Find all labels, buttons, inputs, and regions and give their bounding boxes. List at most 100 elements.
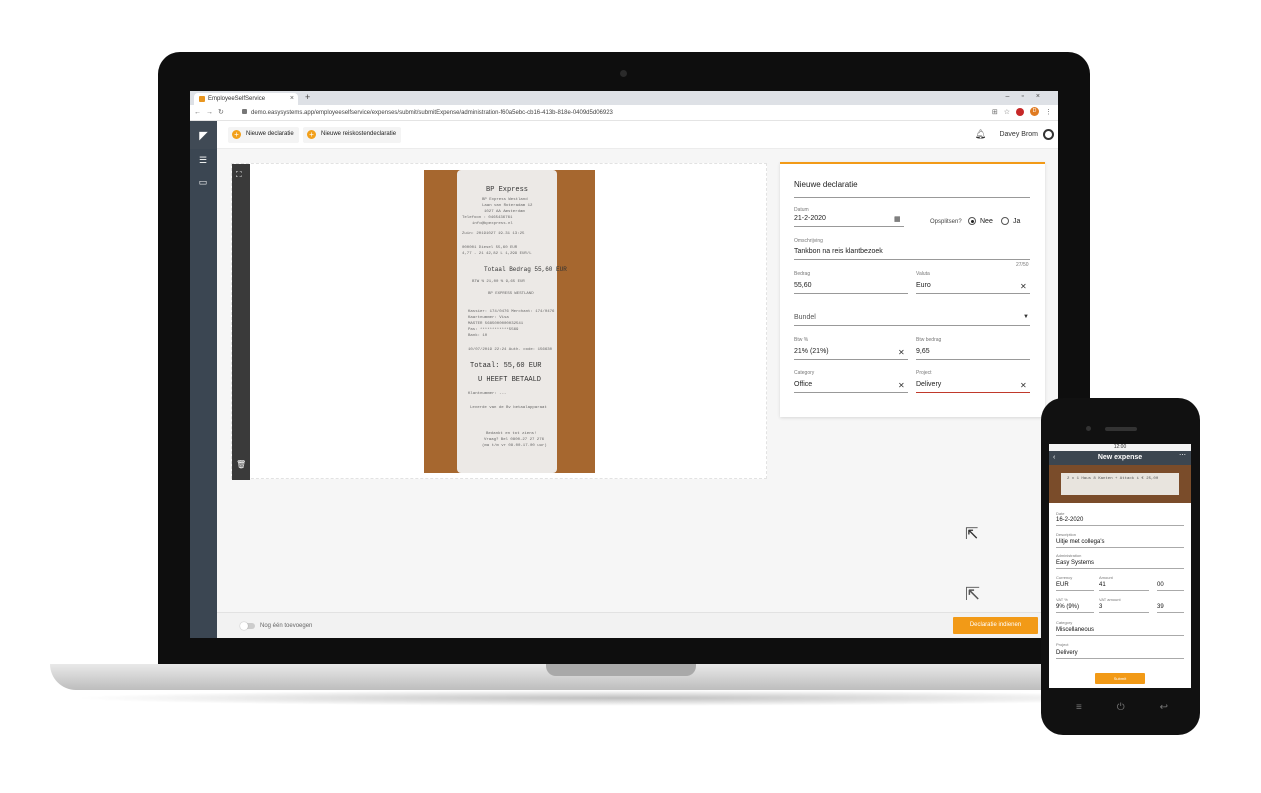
date-field[interactable]: 21-2-2020 — [794, 215, 904, 227]
list-icon[interactable]: ☰ — [196, 153, 210, 167]
phone-receipt-text: 2 x 1 Haus 8 Kanten + Attack i — [1067, 477, 1140, 481]
extension-icon[interactable] — [1016, 107, 1024, 116]
close-tab-icon[interactable]: × — [290, 95, 294, 102]
split-yes-radio[interactable] — [1001, 217, 1009, 225]
phone-administration-field[interactable]: Easy Systems — [1056, 560, 1184, 569]
currency-label: Valuta — [916, 271, 930, 277]
phone-vat-cents-field[interactable]: 39 — [1157, 604, 1184, 613]
clear-currency-icon[interactable]: ✕ — [1020, 282, 1027, 291]
receipt-line: BTW % 21,00 % 9,65 EUR — [472, 280, 525, 284]
phone-description-field[interactable]: Uitje met collega's — [1056, 539, 1184, 548]
add-another-toggle[interactable] — [240, 622, 255, 630]
cursor-icon: ⇱ — [965, 526, 979, 543]
split-no-radio[interactable] — [968, 217, 976, 225]
receipt-line: BP Express — [486, 186, 529, 194]
laptop-screen: EmployeeSelfService × + –▫× ←→↻ demo.eas… — [190, 91, 1058, 638]
receipt-line: 000001 Diesel 55,60 EUR — [462, 246, 518, 250]
vat-pct-field[interactable]: 21% (21%) — [794, 348, 908, 360]
bell-icon[interactable]: 🔔︎ — [975, 129, 986, 140]
browser-tab-bar: EmployeeSelfService × + –▫× — [190, 91, 1058, 105]
phone-amount-label: Amount — [1099, 575, 1113, 580]
new-travel-declaration-button[interactable]: + Nieuwe reiskostendeclaratie — [303, 127, 402, 143]
phone-vat-pct-field[interactable]: 9% (9%) — [1056, 604, 1094, 613]
menu-icon[interactable]: ⋮ — [1045, 108, 1052, 116]
currency-field[interactable]: Euro — [916, 282, 1030, 294]
char-counter: 27/50 — [1016, 262, 1029, 268]
browser-nav-icons[interactable]: ←→↻ — [194, 108, 229, 116]
receipt-line: Laan van Roteradam 12 — [482, 204, 533, 208]
project-label: Project — [916, 370, 932, 376]
phone-receipt: 2 x 1 Haus 8 Kanten + Attack i € 25,00 — [1061, 473, 1179, 495]
more-icon[interactable]: ⋯ — [1179, 449, 1186, 463]
viewer-toolbar: ⛶ 🗑︎ — [232, 164, 250, 480]
description-field[interactable]: Tankbon na reis klantbezoek — [794, 248, 1030, 260]
category-field[interactable]: Office — [794, 381, 908, 393]
receipt-line: Totaal: 55,60 EUR — [470, 362, 542, 370]
phone-power-icon[interactable]: ⏻ — [1117, 702, 1125, 713]
laptop-notch — [546, 664, 696, 676]
phone-currency-field[interactable]: EUR — [1056, 582, 1094, 591]
phone-back-icon[interactable]: ↩ — [1160, 702, 1168, 713]
new-tab-icon[interactable]: + — [305, 92, 310, 102]
user-icon[interactable] — [1043, 129, 1054, 140]
receipt-line: U HEEFT BETAALD — [478, 376, 542, 384]
profile-avatar[interactable]: D — [1030, 107, 1039, 116]
back-icon[interactable]: ‹ — [1053, 451, 1055, 465]
phone-date-field[interactable]: 16-2-2020 — [1056, 517, 1184, 526]
receipt-line: 4,77 - 21 42,82 L 1,299 EUR/L — [462, 252, 532, 256]
vat-amount-field[interactable]: 9,65 — [916, 348, 1030, 360]
phone-category-field[interactable]: Miscellaneous — [1056, 627, 1184, 636]
laptop-camera — [620, 70, 627, 77]
phone-project-field[interactable]: Delivery — [1056, 650, 1184, 659]
bundle-select[interactable]: Bundel — [794, 314, 1030, 326]
receipt-line: Vraag? Bel 0800-27 27 276 — [484, 438, 545, 442]
new-travel-declaration-label: Nieuwe reiskostendeclaratie — [321, 131, 397, 137]
phone-submit-button[interactable]: Submit — [1095, 673, 1145, 684]
phone-vat-amount-field[interactable]: 3 — [1099, 604, 1149, 613]
browser-tab[interactable]: EmployeeSelfService × — [194, 93, 298, 105]
main-content: ⛶ 🗑︎ BP Express BP Express Westland Laan… — [217, 149, 1058, 612]
calendar-icon[interactable]: ▦ — [894, 215, 901, 223]
phone-administration-label: Administration — [1056, 553, 1082, 558]
chevron-down-icon[interactable]: ▼ — [1023, 314, 1029, 320]
submit-declaration-button[interactable]: Declaratie indienen — [953, 617, 1038, 634]
phone-project-label: Project — [1056, 642, 1069, 647]
receipt-line: (ma t/m vr 08.00-17.00 uur) — [482, 444, 547, 448]
browser-extensions: ⊞ ☆ D ⋮ — [992, 107, 1052, 116]
phone-menu-icon[interactable]: ≡ — [1076, 702, 1082, 713]
plus-icon: + — [232, 130, 241, 139]
receipt-line: Pas: ************5569 — [468, 328, 519, 332]
phone-description-label: Description — [1056, 532, 1077, 537]
split-no-label: Nee — [980, 218, 993, 225]
amount-field[interactable]: 55,60 — [794, 282, 908, 294]
phone-amount-cents-field[interactable]: 00 — [1157, 582, 1184, 591]
receipt-photo: BP Express BP Express Westland Laan van … — [424, 170, 595, 473]
url-field[interactable]: demo.easysystems.app/employeeselfservice… — [242, 109, 613, 116]
trash-icon[interactable]: 🗑︎ — [236, 460, 246, 469]
receipt-line: Leverde van de Bv betaalapparaat — [470, 406, 547, 410]
clear-project-icon[interactable]: ✕ — [1020, 381, 1027, 390]
split-yes-label: Ja — [1013, 218, 1021, 225]
favicon-icon — [199, 96, 205, 102]
clear-category-icon[interactable]: ✕ — [898, 381, 905, 390]
receipt-line: Zuin: 20191027 19.31 13:25 — [462, 232, 525, 236]
phone-amount-field[interactable]: 41 — [1099, 582, 1149, 591]
category-label: Category — [794, 370, 815, 376]
receipt-line: BP EXPRESS WESTLAND — [488, 292, 534, 296]
clear-vat-icon[interactable]: ✕ — [898, 348, 905, 357]
date-label: Datum — [794, 207, 809, 213]
new-declaration-button[interactable]: + Nieuwe declaratie — [228, 127, 299, 143]
phone-currency-label: Currency — [1056, 575, 1073, 580]
receipt-line: Kassier: 174/0476 Merchant: 174/0476 — [468, 310, 555, 314]
fullscreen-icon[interactable]: ⛶ — [236, 170, 242, 180]
form-title[interactable]: Nieuwe declaratie — [794, 180, 1030, 198]
window-controls[interactable]: –▫× — [1006, 93, 1052, 100]
star-icon[interactable]: ☆ — [1004, 108, 1010, 116]
amount-label: Bedrag — [794, 271, 811, 277]
new-declaration-label: Nieuwe declaratie — [246, 131, 294, 137]
translate-icon[interactable]: ⊞ — [992, 108, 998, 116]
user-name[interactable]: Davey Brom — [999, 131, 1038, 138]
card-icon[interactable]: ▭ — [196, 175, 210, 189]
project-field[interactable]: Delivery — [916, 381, 1030, 393]
logo-icon[interactable]: ◤ — [190, 121, 217, 149]
